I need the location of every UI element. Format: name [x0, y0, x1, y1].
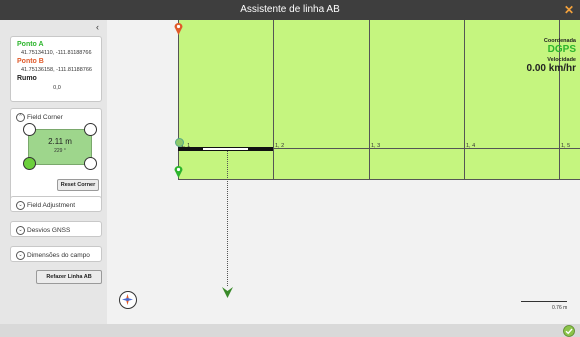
bottom-bar: [0, 324, 580, 337]
window-title: Assistente de linha AB: [240, 4, 340, 15]
grid-line: [178, 179, 580, 180]
corner-handle-bottom-right[interactable]: [84, 157, 97, 170]
field-area: [178, 20, 580, 180]
heading-value: 0,0: [53, 85, 61, 91]
row-label: 1, 2: [275, 143, 285, 149]
chevron-down-icon: ⌄: [16, 251, 25, 260]
point-b-marker-icon[interactable]: [174, 22, 183, 35]
collapse-sidebar-icon[interactable]: ‹: [96, 22, 99, 32]
chevron-down-icon: ⌄: [16, 226, 25, 235]
chevron-up-icon[interactable]: ⌃: [16, 113, 25, 122]
title-bar: Assistente de linha AB ✕: [0, 0, 580, 20]
grid-line: [369, 20, 370, 180]
corner-diagram[interactable]: 2.11 m 229 °: [28, 129, 92, 165]
field-adjustment-section[interactable]: ⌄ Field Adjustment: [10, 196, 102, 212]
coordinate-value: DGPS: [547, 44, 576, 55]
grid-line: [464, 20, 465, 180]
corner-angle: 229 °: [54, 148, 66, 154]
corner-handle-top-left[interactable]: [23, 123, 36, 136]
speed-value: 0.00 km/hr: [526, 63, 576, 74]
point-a-coords: 41.75134110, -111.81188766: [21, 50, 92, 56]
close-icon[interactable]: ✕: [564, 0, 574, 20]
point-b-label: Ponto B: [17, 58, 44, 65]
point-a-label: Ponto A: [17, 41, 44, 48]
scale-label: 0.76 m: [552, 305, 568, 311]
field-adjustment-label: Field Adjustment: [27, 202, 76, 210]
field-corner-header: ⌃ Field Corner: [16, 113, 63, 122]
map-view[interactable]: 1, 1 1, 2 1, 3 1, 4 1, 5 Coordenada DGPS…: [107, 20, 580, 324]
reset-corner-button[interactable]: Reset Corner: [57, 179, 99, 191]
point-a-field-dot: [175, 138, 184, 147]
field-dimensions-label: Dimensões do campo: [27, 252, 90, 260]
sidebar: ‹ Ponto A 41.75134110, -111.81188766 Pon…: [0, 20, 107, 324]
field-corner-title: Field Corner: [27, 114, 63, 122]
scale-bar: [521, 301, 567, 302]
corner-handle-bottom-left[interactable]: [23, 157, 36, 170]
point-a-marker-icon[interactable]: [174, 165, 183, 178]
grid-line: [273, 20, 274, 180]
corner-distance: 2.11 m: [48, 137, 72, 146]
field-dimensions-section[interactable]: ⌄ Dimensões do campo: [10, 246, 102, 262]
gnss-offsets-section[interactable]: ⌄ Desvios GNSS: [10, 221, 102, 237]
chevron-down-icon: ⌄: [16, 201, 25, 210]
row-label: 1, 3: [371, 143, 381, 149]
heading-label: Rumo: [17, 75, 37, 82]
status-readout: Coordenada DGPS Velocidade 0.00 km/hr: [527, 38, 576, 74]
heading-guide-line: [227, 151, 228, 286]
field-corner-panel: ⌃ Field Corner 2.11 m 229 ° Reset Corner: [10, 108, 102, 206]
redo-ab-line-button[interactable]: Refazer Linha AB: [36, 270, 102, 284]
grid-line: [178, 20, 179, 180]
ab-points-panel: Ponto A 41.75134110, -111.81188766 Ponto…: [10, 36, 102, 102]
corner-handle-top-right[interactable]: [84, 123, 97, 136]
ab-line-bar: [178, 147, 273, 151]
row-label: 1, 5: [561, 143, 571, 149]
point-b-coords: 41.75136158, -111.81188766: [21, 67, 92, 73]
row-label: 1, 4: [466, 143, 476, 149]
confirm-check-icon[interactable]: [563, 325, 575, 337]
arrow-down-icon: [222, 287, 233, 298]
compass-icon[interactable]: [119, 291, 137, 309]
gnss-offsets-label: Desvios GNSS: [27, 227, 71, 235]
